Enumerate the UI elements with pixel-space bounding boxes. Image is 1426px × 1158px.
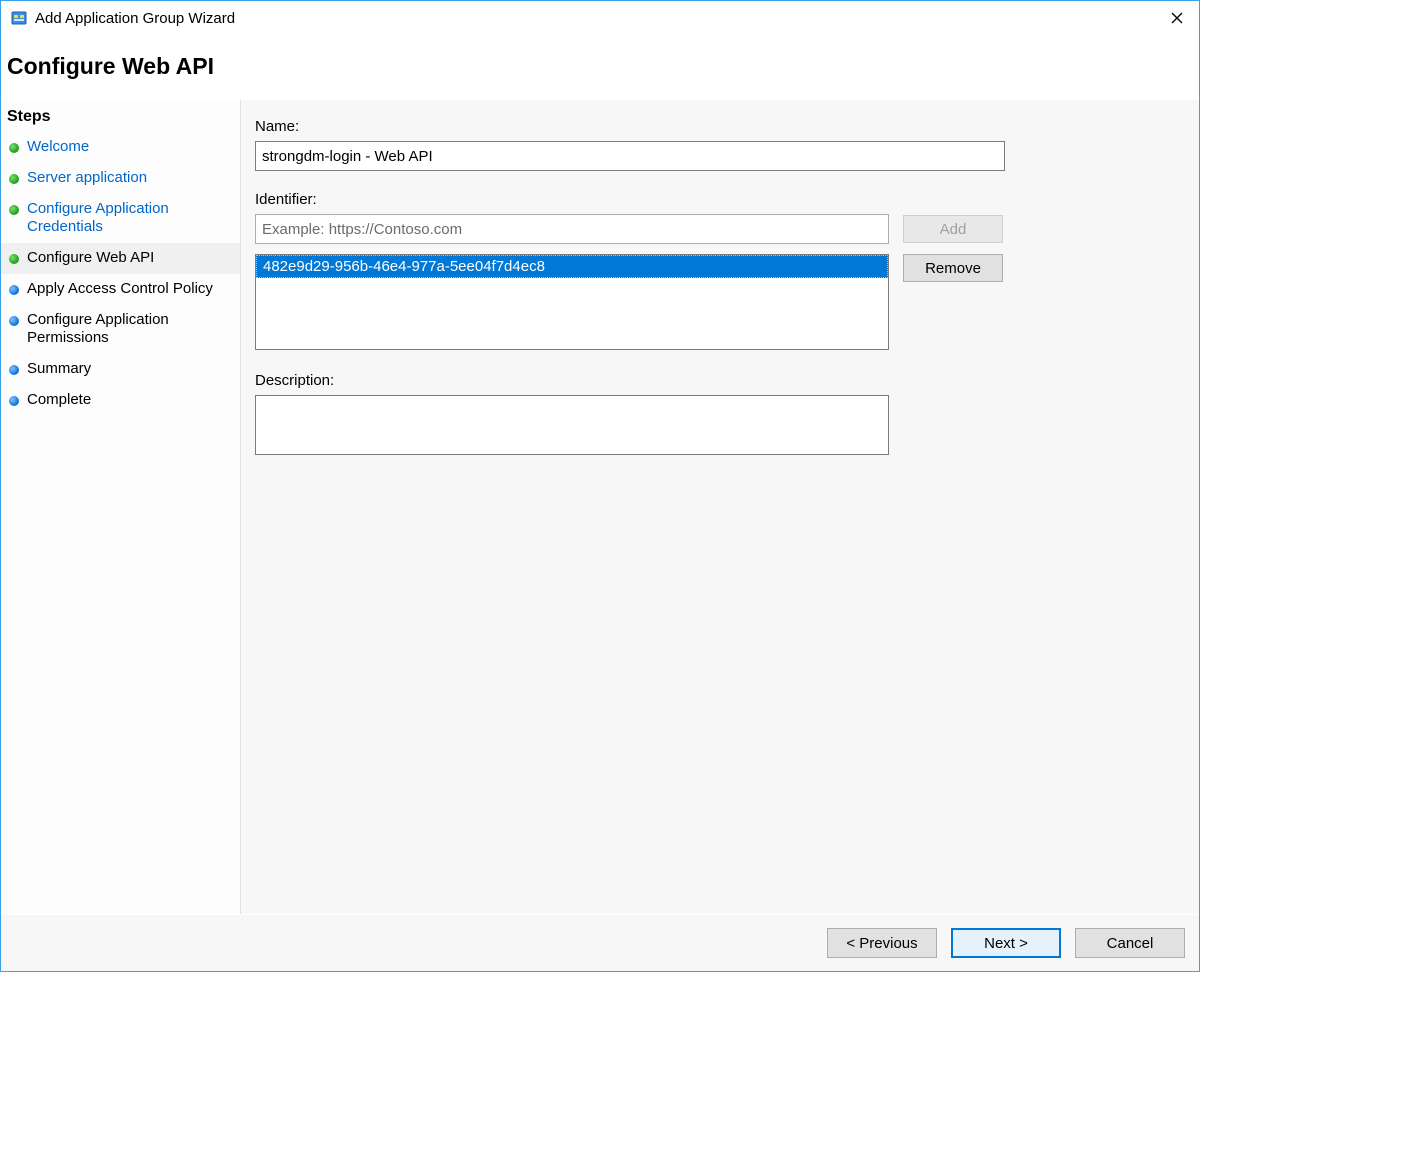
description-input[interactable] (255, 395, 889, 455)
titlebar-left: Add Application Group Wizard (9, 8, 235, 28)
name-input[interactable] (255, 141, 1005, 171)
step-label: Configure Web API (27, 249, 154, 268)
page-title: Configure Web API (1, 35, 1199, 100)
steps-sidebar: Steps Welcome Server application Configu… (1, 100, 241, 914)
step-server-application[interactable]: Server application (1, 163, 240, 194)
step-label: Complete (27, 391, 91, 410)
step-label: Welcome (27, 138, 89, 157)
name-label: Name: (255, 118, 1185, 135)
body: Steps Welcome Server application Configu… (1, 100, 1199, 915)
step-label: Configure Application Permissions (27, 311, 232, 349)
step-welcome[interactable]: Welcome (1, 132, 240, 163)
cancel-button[interactable]: Cancel (1075, 928, 1185, 958)
identifier-row: Add (255, 214, 1185, 244)
step-summary[interactable]: Summary (1, 354, 240, 385)
identifier-label: Identifier: (255, 191, 1185, 208)
titlebar: Add Application Group Wizard (1, 1, 1199, 35)
step-bullet-icon (9, 143, 19, 153)
step-apply-access-control[interactable]: Apply Access Control Policy (1, 274, 240, 305)
step-configure-permissions[interactable]: Configure Application Permissions (1, 305, 240, 355)
step-bullet-icon (9, 316, 19, 326)
step-bullet-icon (9, 174, 19, 184)
step-bullet-icon (9, 285, 19, 295)
main-panel: Name: Identifier: Add 482e9d29-956b-46e4… (241, 100, 1199, 914)
step-bullet-icon (9, 254, 19, 264)
app-icon (9, 8, 29, 28)
identifier-input[interactable] (255, 214, 889, 244)
step-label: Server application (27, 169, 147, 188)
step-label: Apply Access Control Policy (27, 280, 213, 299)
step-bullet-icon (9, 396, 19, 406)
close-button[interactable] (1155, 3, 1199, 33)
identifier-list-row: 482e9d29-956b-46e4-977a-5ee04f7d4ec8 Rem… (255, 254, 1185, 350)
wizard-window: Add Application Group Wizard Configure W… (0, 0, 1200, 972)
window-title: Add Application Group Wizard (35, 10, 235, 27)
next-button[interactable]: Next > (951, 928, 1061, 958)
previous-button[interactable]: < Previous (827, 928, 937, 958)
step-label: Summary (27, 360, 91, 379)
identifier-list-item[interactable]: 482e9d29-956b-46e4-977a-5ee04f7d4ec8 (256, 255, 888, 278)
step-bullet-icon (9, 205, 19, 215)
identifier-listbox[interactable]: 482e9d29-956b-46e4-977a-5ee04f7d4ec8 (255, 254, 889, 350)
add-button: Add (903, 215, 1003, 243)
steps-heading: Steps (1, 104, 240, 132)
step-complete[interactable]: Complete (1, 385, 240, 416)
step-configure-credentials[interactable]: Configure Application Credentials (1, 194, 240, 244)
wizard-footer: < Previous Next > Cancel (1, 915, 1199, 971)
step-bullet-icon (9, 365, 19, 375)
step-label: Configure Application Credentials (27, 200, 232, 238)
step-configure-web-api[interactable]: Configure Web API (1, 243, 240, 274)
description-label: Description: (255, 372, 1185, 389)
remove-button[interactable]: Remove (903, 254, 1003, 282)
